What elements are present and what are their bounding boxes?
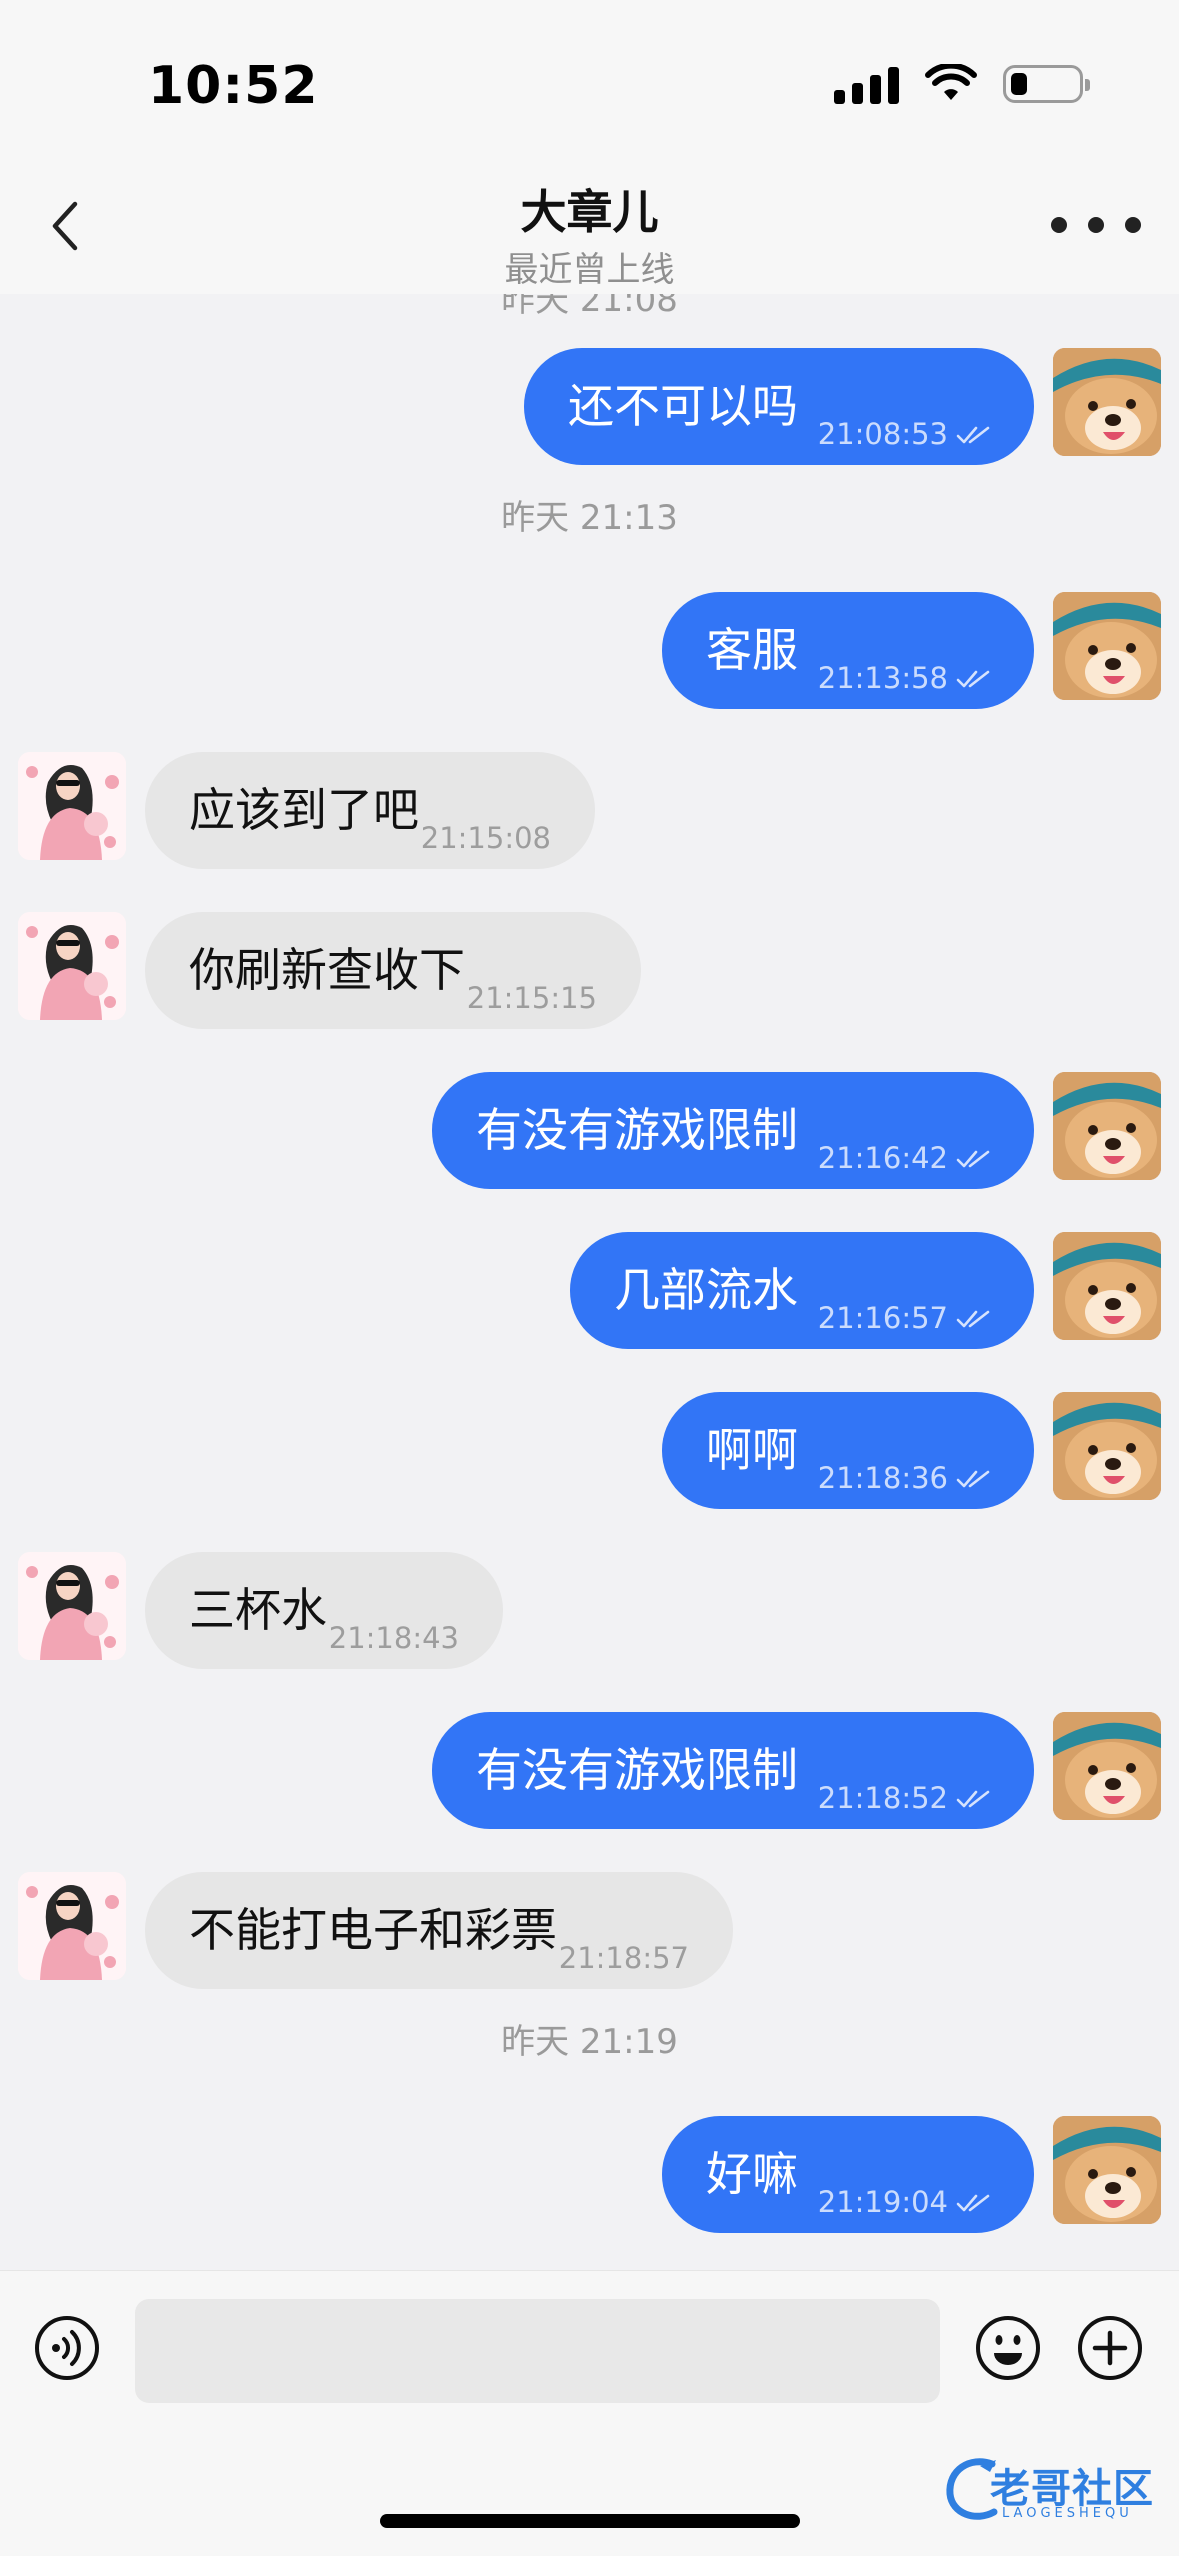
message-text: 几部流水: [614, 1263, 798, 1317]
message-time: 21:18:57: [558, 1941, 689, 1975]
double-check-icon: [956, 426, 990, 443]
message-text: 客服: [706, 623, 798, 677]
incoming-message-bubble[interactable]: 应该到了吧 21:15:08: [145, 752, 595, 869]
message-timestamp: 21:18:52: [818, 1784, 990, 1813]
girl-avatar-icon: [18, 1872, 126, 1980]
message-timestamp: 21:16:42: [818, 1144, 990, 1173]
outgoing-message-bubble[interactable]: 有没有游戏限制 21:18:52: [432, 1712, 1034, 1829]
outgoing-message-bubble[interactable]: 还不可以吗 21:08:53: [524, 348, 1034, 465]
dog-avatar-icon: [1053, 592, 1161, 700]
message-input[interactable]: [135, 2299, 940, 2403]
message-text: 应该到了吧: [189, 783, 419, 837]
incoming-message-bubble[interactable]: 不能打电子和彩票 21:18:57: [145, 1872, 733, 1989]
double-check-icon: [956, 1310, 990, 1327]
outgoing-message-bubble[interactable]: 有没有游戏限制 21:16:42: [432, 1072, 1034, 1189]
incoming-message-bubble[interactable]: 三杯水 21:18:43: [145, 1552, 503, 1669]
girl-avatar-icon: [18, 1552, 126, 1660]
watermark-logo: 老哥社区 LAOGESHEQU: [940, 2452, 1165, 2528]
emoji-icon[interactable]: [975, 2315, 1041, 2381]
double-check-icon: [956, 670, 990, 687]
time-separator: 昨天 21:08: [501, 294, 678, 320]
message-text: 还不可以吗: [568, 379, 798, 433]
double-check-icon: [956, 1150, 990, 1167]
incoming-message-bubble[interactable]: 你刷新查收下 21:15:15: [145, 912, 641, 1029]
message-text: 啊啊: [706, 1423, 798, 1477]
dot-icon: [1088, 217, 1104, 233]
message-time: 21:18:43: [328, 1621, 459, 1655]
message-time: 21:13:58: [817, 661, 948, 695]
dot-icon: [1125, 217, 1141, 233]
avatar[interactable]: [1053, 1232, 1161, 1340]
status-icons: [834, 62, 1090, 106]
double-check-icon: [956, 1790, 990, 1807]
dog-avatar-icon: [1053, 348, 1161, 456]
dog-avatar-icon: [1053, 1392, 1161, 1500]
voice-input-icon[interactable]: [34, 2315, 100, 2381]
outgoing-message-bubble[interactable]: 好嘛 21:19:04: [662, 2116, 1034, 2233]
message-text: 三杯水: [189, 1583, 327, 1637]
chat-header: 大章儿 最近曾上线: [0, 160, 1179, 294]
message-timestamp: 21:15:15: [467, 984, 597, 1013]
more-options-button[interactable]: [1051, 200, 1141, 250]
avatar[interactable]: [1053, 1712, 1161, 1820]
avatar[interactable]: [18, 912, 126, 1020]
message-timestamp: 21:18:43: [329, 1624, 459, 1653]
message-text: 好嘛: [706, 2147, 798, 2201]
dog-avatar-icon: [1053, 1072, 1161, 1180]
outgoing-message-bubble[interactable]: 几部流水 21:16:57: [570, 1232, 1034, 1349]
message-time: 21:15:08: [420, 821, 551, 855]
double-check-icon: [956, 1470, 990, 1487]
status-time: 10:52: [148, 56, 319, 116]
outgoing-message-bubble[interactable]: 客服 21:13:58: [662, 592, 1034, 709]
dog-avatar-icon: [1053, 2116, 1161, 2224]
contact-status: 最近曾上线: [504, 250, 675, 290]
dog-avatar-icon: [1053, 1232, 1161, 1340]
dot-icon: [1051, 217, 1067, 233]
battery-icon: [1003, 65, 1090, 103]
watermark-subtext: LAOGESHEQU: [1002, 2506, 1133, 2521]
girl-avatar-icon: [18, 752, 126, 860]
home-indicator[interactable]: [380, 2514, 800, 2528]
message-time: 21:15:15: [466, 981, 597, 1015]
avatar[interactable]: [1053, 1072, 1161, 1180]
time-separator: 昨天 21:19: [501, 2022, 678, 2062]
double-check-icon: [956, 2194, 990, 2211]
message-time: 21:16:42: [817, 1141, 948, 1175]
message-timestamp: 21:18:57: [559, 1944, 689, 1973]
outgoing-message-bubble[interactable]: 啊啊 21:18:36: [662, 1392, 1034, 1509]
avatar[interactable]: [1053, 592, 1161, 700]
avatar[interactable]: [18, 1552, 126, 1660]
message-time: 21:18:52: [817, 1781, 948, 1815]
status-bar: 10:52: [0, 0, 1179, 160]
wifi-icon: [925, 64, 977, 100]
message-text: 有没有游戏限制: [476, 1103, 798, 1157]
contact-name[interactable]: 大章儿: [0, 176, 1179, 242]
add-attachment-icon[interactable]: [1077, 2315, 1143, 2381]
time-separator: 昨天 21:13: [501, 498, 678, 538]
message-timestamp: 21:18:36: [818, 1464, 990, 1493]
message-timestamp: 21:19:04: [818, 2188, 990, 2217]
message-text: 你刷新查收下: [189, 943, 465, 997]
cellular-signal-icon: [834, 64, 899, 104]
dog-avatar-icon: [1053, 1712, 1161, 1820]
avatar[interactable]: [18, 752, 126, 860]
message-time: 21:16:57: [817, 1301, 948, 1335]
message-text: 不能打电子和彩票: [189, 1903, 557, 1957]
avatar[interactable]: [1053, 2116, 1161, 2224]
girl-avatar-icon: [18, 912, 126, 1020]
message-timestamp: 21:16:57: [818, 1304, 990, 1333]
message-time: 21:19:04: [817, 2185, 948, 2219]
avatar[interactable]: [1053, 348, 1161, 456]
message-text: 有没有游戏限制: [476, 1743, 798, 1797]
avatar[interactable]: [18, 1872, 126, 1980]
message-list[interactable]: 昨天 21:08 还不可以吗 21:08:53 昨天 21:13 客服 21:13:58…: [0, 294, 1179, 2270]
message-time: 21:18:36: [817, 1461, 948, 1495]
message-timestamp: 21:13:58: [818, 664, 990, 693]
message-timestamp: 21:15:08: [421, 824, 551, 853]
message-time: 21:08:53: [817, 417, 948, 451]
message-timestamp: 21:08:53: [818, 420, 990, 449]
avatar[interactable]: [1053, 1392, 1161, 1500]
